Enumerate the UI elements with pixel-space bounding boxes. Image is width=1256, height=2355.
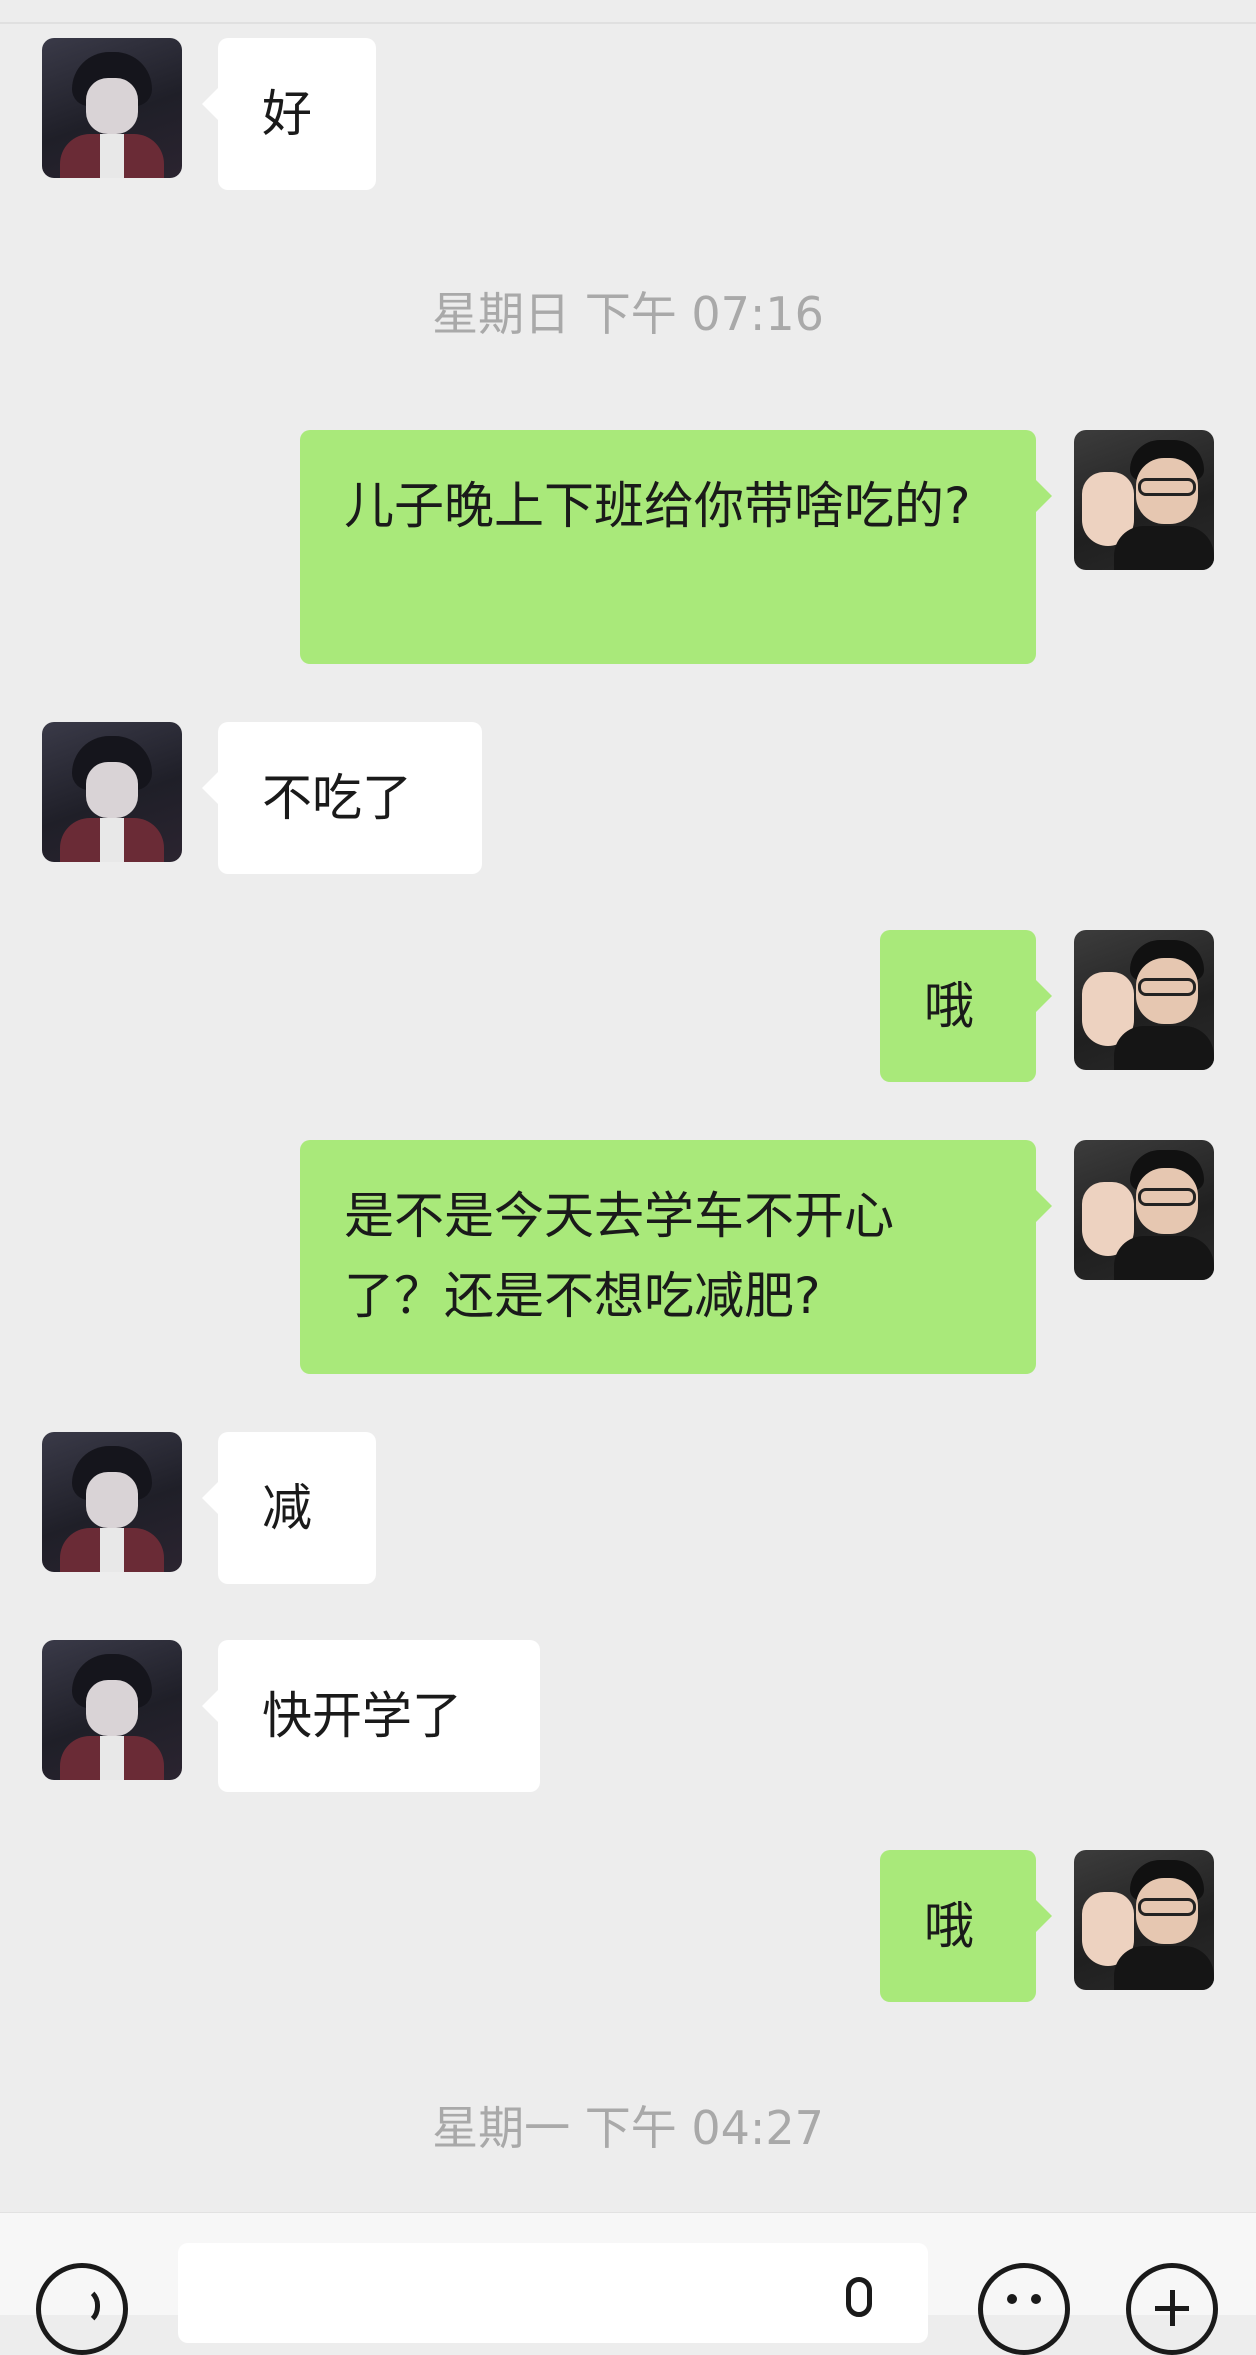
self-avatar[interactable]	[1074, 430, 1214, 570]
voice-icon[interactable]	[36, 2263, 128, 2355]
contact-avatar[interactable]	[42, 1432, 182, 1572]
message-bubble-incoming[interactable]: 好	[202, 38, 376, 190]
message-bubble-outgoing[interactable]: 儿子晚上下班给你带啥吃的?	[300, 430, 1052, 664]
message-bubble-incoming[interactable]: 快开学了	[202, 1640, 540, 1792]
message-text: 哦	[924, 1897, 974, 1955]
message-bubble-outgoing[interactable]: 哦	[880, 1850, 1052, 2002]
message-text: 减	[262, 1479, 312, 1537]
plus-icon[interactable]	[1126, 2263, 1218, 2355]
self-avatar[interactable]	[1074, 1140, 1214, 1280]
input-bar	[0, 2212, 1256, 2355]
message-bubble-outgoing[interactable]: 是不是今天去学车不开心了？还是不想吃减肥?	[300, 1140, 1052, 1374]
self-avatar[interactable]	[1074, 930, 1214, 1070]
message-text: 是不是今天去学车不开心了？还是不想吃减肥?	[344, 1187, 894, 1325]
mic-icon[interactable]	[846, 2277, 872, 2317]
message-text: 不吃了	[262, 769, 412, 827]
timestamp: 星期一 下午 04:27	[432, 2101, 824, 2155]
contact-avatar[interactable]	[42, 38, 182, 178]
timestamp: 星期日 下午 07:16	[432, 287, 824, 341]
message-bubble-incoming[interactable]: 减	[202, 1432, 376, 1584]
message-text: 好	[262, 85, 312, 143]
emoji-icon[interactable]	[978, 2263, 1070, 2355]
message-text: 快开学了	[262, 1687, 462, 1745]
contact-avatar[interactable]	[42, 722, 182, 862]
top-divider	[0, 22, 1256, 24]
message-bubble-outgoing[interactable]: 哦	[880, 930, 1052, 1082]
message-input[interactable]	[178, 2243, 928, 2343]
message-text: 哦	[924, 977, 974, 1035]
message-text: 儿子晚上下班给你带啥吃的?	[344, 477, 971, 535]
self-avatar[interactable]	[1074, 1850, 1214, 1990]
message-bubble-incoming[interactable]: 不吃了	[202, 722, 482, 874]
contact-avatar[interactable]	[42, 1640, 182, 1780]
